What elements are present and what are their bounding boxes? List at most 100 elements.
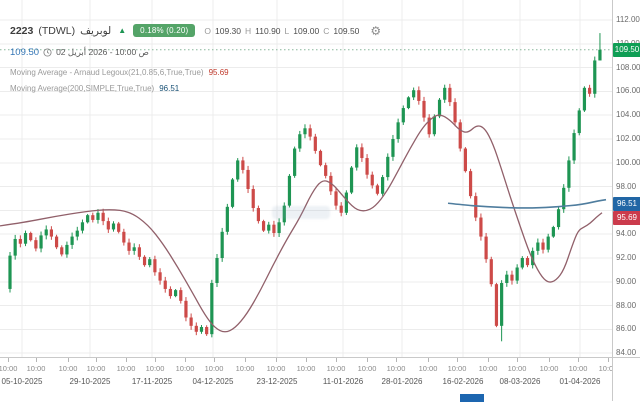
time-tick [336,358,337,362]
time-tick [276,358,277,362]
symbol-code: 2223 [10,25,33,37]
market-code: (TDWL) [38,25,75,37]
last-price-row: 109.50 02 ص 10:00 - 2026 أبريل [10,47,149,58]
price-tick-label: 104.00 [616,110,640,119]
date-label: 28-01-2026 [371,377,433,386]
time-tick [517,358,518,362]
clock-icon [43,48,52,57]
sma-axis-badge: 96.51 [613,197,640,211]
price-tick-label: 102.00 [616,134,640,143]
low-label: L [285,26,290,36]
sma-legend-value: 96.51 [159,84,179,93]
change-badge: 0.18% (0.20) [133,24,195,37]
time-label: 10:00 [232,364,258,373]
candles-layer [8,33,601,341]
alma-axis-badge: 95.69 [613,211,640,225]
watermark [272,206,330,219]
time-label: 10:00 [23,364,49,373]
time-label: 10:00 [536,364,562,373]
price-axis[interactable]: 84.0086.0088.0090.0092.0094.0096.0098.00… [612,0,640,357]
indicator-legend-sma200[interactable]: Moving Average(200,SIMPLE,True,True) 96.5… [10,84,179,93]
date-label: 16-02-2026 [432,377,494,386]
time-tick [8,358,9,362]
time-label: 10:00 [113,364,139,373]
close-label: C [323,26,329,36]
alma-legend-value: 95.69 [209,68,229,77]
time-label: 10:00 [504,364,530,373]
time-tick [488,358,489,362]
time-tick [185,358,186,362]
time-label: 10:00 [172,364,198,373]
time-label: 10:00 [201,364,227,373]
time-tick [36,358,37,362]
time-label: 10:00 [142,364,168,373]
date-label: 05-10-2025 [0,377,53,386]
time-label: 10:00 [415,364,441,373]
date-label: 17-11-2025 [121,377,183,386]
indicator-legend-alma[interactable]: Moving Average - Arnaud Legoux(21,0.85,6… [10,68,229,77]
low-value: 109.00 [293,26,319,36]
price-tick-label: 90.00 [616,277,636,286]
price-tick-label: 94.00 [616,229,636,238]
price-tick-label: 108.00 [616,63,640,72]
ohlc-readout: O 109.30 H 110.90 L 109.00 C 109.50 [204,26,359,36]
date-label: 04-12-2025 [182,377,244,386]
time-label: 10:00 [293,364,319,373]
alma-legend-label: Moving Average - Arnaud Legoux(21,0.85,6… [10,68,204,77]
price-tick-label: 106.00 [616,86,640,95]
company-name-arabic: لوبريف [80,25,111,37]
time-tick [155,358,156,362]
time-tick [68,358,69,362]
time-tick [549,358,550,362]
axis-corner [612,357,640,401]
time-tick [96,358,97,362]
last-price-value: 109.50 [10,47,39,58]
time-label: 10:00 [0,364,21,373]
time-label: 10:00 [444,364,470,373]
settings-gear-icon[interactable]: ⚙ [370,26,381,36]
price-tick-label: 98.00 [616,182,636,191]
date-label: 29-10-2025 [59,377,121,386]
chart-window: 2223 (TDWL) لوبريف ▲ 0.18% (0.20) O 109.… [0,0,640,400]
time-label: 10:00 [565,364,591,373]
time-tick [608,358,609,362]
time-label: 10:00 [354,364,380,373]
price-tick-label: 88.00 [616,301,636,310]
open-value: 109.30 [215,26,241,36]
time-tick [396,358,397,362]
time-tick [214,358,215,362]
time-label: 10:00 [383,364,409,373]
time-label: 10:00 [83,364,109,373]
time-label: 10:00 [323,364,349,373]
time-tick [126,358,127,362]
close-value: 109.50 [333,26,359,36]
date-label: 11-01-2026 [312,377,374,386]
symbol-header: 2223 (TDWL) لوبريف ▲ 0.18% (0.20) O 109.… [10,24,381,37]
price-tick-label: 100.00 [616,158,640,167]
time-tick [367,358,368,362]
time-tick [306,358,307,362]
high-value: 110.90 [255,26,280,36]
date-label: 23-12-2025 [246,377,308,386]
price-tick-label: 86.00 [616,324,636,333]
time-tick [245,358,246,362]
price-tick-label: 92.00 [616,253,636,262]
time-tick [457,358,458,362]
bar-datetime: 02 ص 10:00 - 2026 أبريل [56,47,149,58]
price-tick-label: 84.00 [616,348,636,357]
high-label: H [245,26,251,36]
time-label: 10:00 [55,364,81,373]
open-label: O [204,26,211,36]
price-up-arrow-icon: ▲ [118,26,126,35]
time-axis[interactable]: 10:0010:0010:0010:0010:0010:0010:0010:00… [0,357,612,401]
date-label: 08-03-2026 [489,377,551,386]
last-price-axis-badge: 109.50 [613,43,640,57]
time-label: 10:00 [263,364,289,373]
time-label: 10:00 [475,364,501,373]
time-tick [578,358,579,362]
date-label: 01-04-2026 [549,377,611,386]
time-tick [428,358,429,362]
sma200-line [448,200,606,208]
sma-legend-label: Moving Average(200,SIMPLE,True,True) [10,84,154,93]
price-tick-label: 112.00 [616,15,640,24]
